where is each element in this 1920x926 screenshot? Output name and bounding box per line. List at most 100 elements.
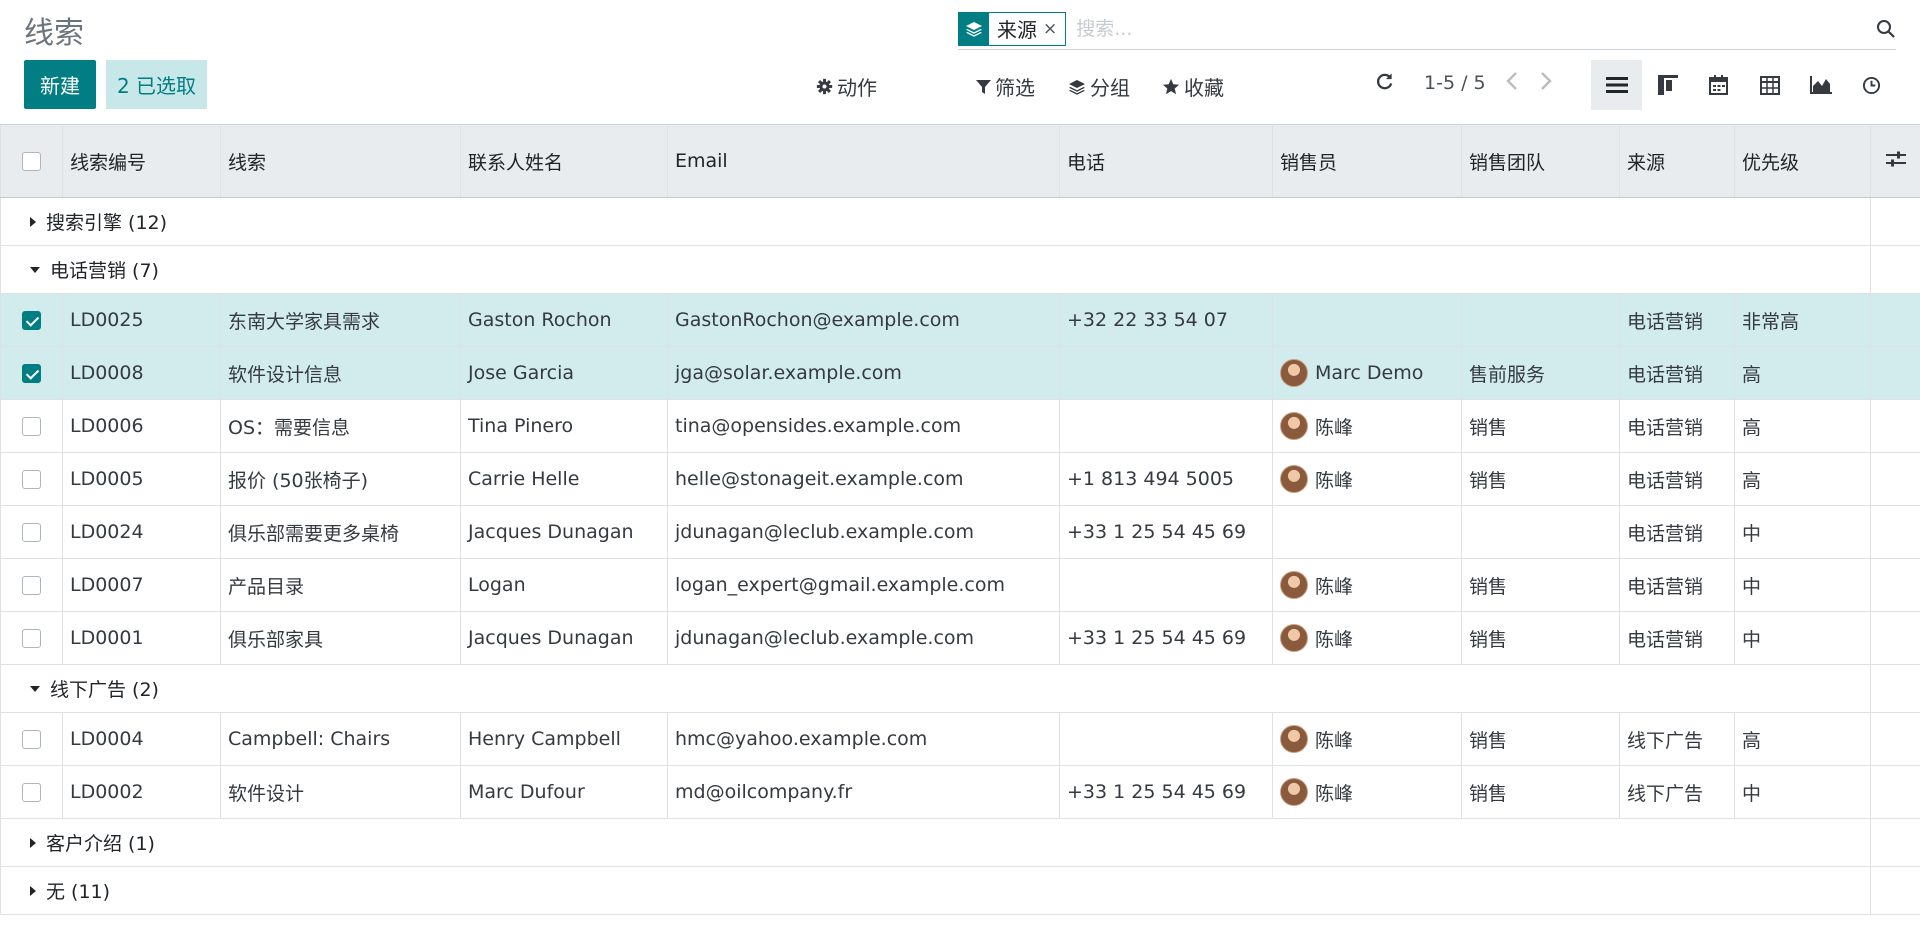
table-row[interactable]: LD0024 俱乐部需要更多桌椅 Jacques Dunagan jdunagan@l… xyxy=(0,505,1920,559)
cell-contact: Marc Dufour xyxy=(460,765,668,819)
page-title: 线索 xyxy=(24,16,84,51)
favorite-menu[interactable]: 收藏 xyxy=(1162,72,1224,101)
chevron-left-icon[interactable] xyxy=(1505,70,1519,98)
column-header[interactable]: 销售团队 xyxy=(1461,124,1620,198)
cell-team: 销售 xyxy=(1461,611,1620,665)
select-all-checkbox[interactable] xyxy=(22,152,41,171)
group-cell: 搜索引擎 (12) xyxy=(0,197,1871,246)
kanban-view-icon[interactable] xyxy=(1642,60,1693,110)
pivot-view-icon[interactable] xyxy=(1744,60,1795,110)
graph-view-icon[interactable] xyxy=(1795,60,1846,110)
table-row[interactable]: LD0008 软件设计信息 Jose Garcia jga@solar.example… xyxy=(0,346,1920,400)
cell-source: 线下广告 xyxy=(1619,712,1735,766)
cell-source: 电话营销 xyxy=(1619,611,1735,665)
column-header[interactable]: 线索 xyxy=(220,124,461,198)
table-row[interactable]: LD0004 Campbell: Chairs Henry Campbell hmc@… xyxy=(0,712,1920,766)
cell-id: LD0025 xyxy=(62,293,221,347)
cell-team: 售前服务 xyxy=(1461,346,1620,400)
layers-icon xyxy=(1069,79,1085,95)
row-checkbox[interactable] xyxy=(22,783,41,802)
table-row[interactable]: LD0005 报价 (50张椅子) Carrie Helle helle@stonag… xyxy=(0,452,1920,506)
group-menu[interactable]: 分组 xyxy=(1068,72,1130,101)
row-checkbox[interactable] xyxy=(22,523,41,542)
group-row[interactable]: 电话营销 (7) xyxy=(0,245,1920,294)
row-select-cell xyxy=(0,611,63,665)
search-bar: 来源 × xyxy=(958,8,1896,50)
caret-down-icon xyxy=(30,685,40,692)
cell-priority: 高 xyxy=(1734,712,1871,766)
gear-icon xyxy=(816,78,833,95)
chevron-right-icon[interactable] xyxy=(1539,70,1553,98)
action-menu[interactable]: 动作 xyxy=(816,72,877,101)
avatar xyxy=(1280,778,1308,806)
cell-contact: Carrie Helle xyxy=(460,452,668,506)
table-row[interactable]: LD0006 OS：需要信息 Tina Pinero tina@opensides.e… xyxy=(0,399,1920,453)
cell-phone: +1 813 494 5005 xyxy=(1059,452,1273,506)
row-end-cell xyxy=(1870,505,1920,559)
cell-phone: +33 1 25 54 45 69 xyxy=(1059,505,1273,559)
cell-name: OS：需要信息 xyxy=(220,399,461,453)
caret-right-icon xyxy=(30,216,36,227)
cell-source: 电话营销 xyxy=(1619,399,1735,453)
selected-count-button[interactable]: 2 已选取 xyxy=(106,60,207,109)
cell-user: 陈峰 xyxy=(1272,558,1462,612)
row-checkbox[interactable] xyxy=(22,629,41,648)
group-row[interactable]: 搜索引擎 (12) xyxy=(0,197,1920,246)
search-input[interactable] xyxy=(1066,11,1866,46)
row-checkbox[interactable] xyxy=(22,470,41,489)
column-header[interactable]: 来源 xyxy=(1619,124,1735,198)
cell-priority: 中 xyxy=(1734,505,1871,559)
activity-view-icon[interactable] xyxy=(1846,60,1897,110)
group-row[interactable]: 线下广告 (2) xyxy=(0,664,1920,713)
cell-contact: Jose Garcia xyxy=(460,346,668,400)
group-row[interactable]: 无 (11) xyxy=(0,866,1920,915)
optional-columns-toggle[interactable] xyxy=(1870,124,1920,198)
refresh-icon[interactable] xyxy=(1375,72,1394,91)
column-header[interactable]: 优先级 xyxy=(1734,124,1871,198)
row-select-cell xyxy=(0,712,63,766)
group-end-cell xyxy=(1870,818,1920,867)
funnel-icon xyxy=(976,79,991,94)
column-header[interactable]: 线索编号 xyxy=(62,124,221,198)
search-facet[interactable]: 来源 × xyxy=(958,11,1067,46)
cell-user xyxy=(1272,293,1462,347)
group-cell: 无 (11) xyxy=(0,866,1871,915)
cell-contact: Henry Campbell xyxy=(460,712,668,766)
new-button[interactable]: 新建 xyxy=(24,60,96,109)
group-label: 搜索引擎 (12) xyxy=(46,212,168,234)
row-checkbox[interactable] xyxy=(22,730,41,749)
table-row[interactable]: LD0001 俱乐部家具 Jacques Dunagan jdunagan@leclu… xyxy=(0,611,1920,665)
facet-remove-icon[interactable]: × xyxy=(1043,19,1065,39)
table-row[interactable]: LD0007 产品目录 Logan logan_expert@gmail.exampl… xyxy=(0,558,1920,612)
cell-phone xyxy=(1059,558,1273,612)
row-checkbox[interactable] xyxy=(22,311,41,330)
column-header[interactable]: Email xyxy=(667,124,1060,198)
group-end-cell xyxy=(1870,245,1920,294)
column-header[interactable]: 销售员 xyxy=(1272,124,1462,198)
row-checkbox[interactable] xyxy=(22,417,41,436)
row-checkbox[interactable] xyxy=(22,364,41,383)
list-view-icon[interactable] xyxy=(1591,60,1642,110)
cell-user: 陈峰 xyxy=(1272,452,1462,506)
pager-value[interactable]: 1-5 / 5 xyxy=(1424,72,1486,94)
column-header[interactable]: 联系人姓名 xyxy=(460,124,668,198)
group-end-cell xyxy=(1870,664,1920,713)
cell-phone xyxy=(1059,346,1273,400)
column-header[interactable]: 电话 xyxy=(1059,124,1273,198)
group-row[interactable]: 客户介绍 (1) xyxy=(0,818,1920,867)
row-end-cell xyxy=(1870,293,1920,347)
filter-menu[interactable]: 筛选 xyxy=(976,72,1035,101)
table-row[interactable]: LD0025 东南大学家具需求 Gaston Rochon GastonRochon@… xyxy=(0,293,1920,347)
table-header-row: 线索编号 线索 联系人姓名 Email 电话 销售员 销售团队 来源 优先级 xyxy=(0,124,1920,198)
cell-user: 陈峰 xyxy=(1272,765,1462,819)
user-name: Marc Demo xyxy=(1315,362,1424,384)
cell-name: 软件设计信息 xyxy=(220,346,461,400)
cell-name: Campbell: Chairs xyxy=(220,712,461,766)
cell-phone: +33 1 25 54 45 69 xyxy=(1059,611,1273,665)
row-checkbox[interactable] xyxy=(22,576,41,595)
search-icon[interactable] xyxy=(1866,19,1896,39)
table-row[interactable]: LD0002 软件设计 Marc Dufour md@oilcompany.fr +33… xyxy=(0,765,1920,819)
cell-name: 产品目录 xyxy=(220,558,461,612)
calendar-view-icon[interactable] xyxy=(1693,60,1744,110)
cell-priority: 高 xyxy=(1734,346,1871,400)
